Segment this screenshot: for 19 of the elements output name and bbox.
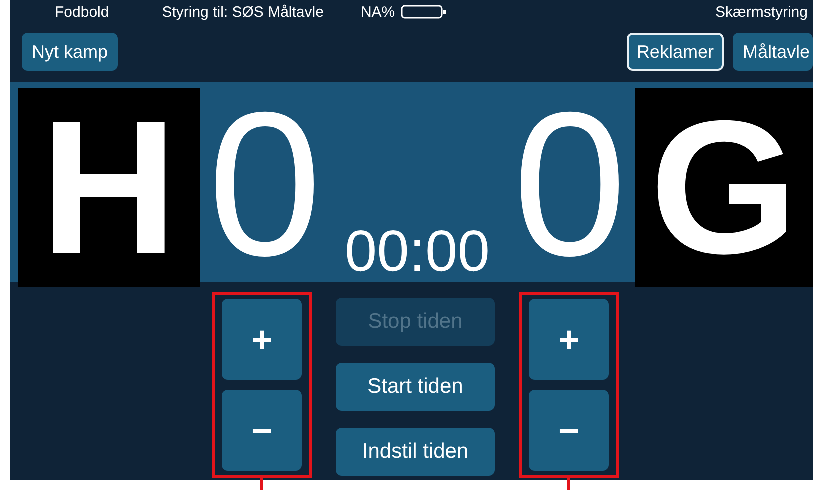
away-score: 0 — [512, 82, 628, 287]
decrease-score-button[interactable]: − — [222, 390, 302, 471]
increase-score-button[interactable]: + — [222, 299, 302, 380]
battery-percent: NA% — [360, 4, 396, 20]
battery-icon — [401, 5, 448, 19]
control-target-label: Styring til: SØS Måltavle — [162, 4, 324, 20]
increase-score-button[interactable]: + — [529, 299, 609, 380]
home-team-letter: H — [18, 88, 200, 287]
screen-tab[interactable]: Reklamer — [626, 33, 724, 71]
screen-control-label: Skærmstyring — [715, 4, 808, 20]
screen-tab[interactable]: Måltavle — [732, 33, 813, 71]
match-timer: 00:00 — [344, 218, 492, 286]
away-team-letter: G — [635, 88, 813, 287]
new-match-button[interactable]: Nyt kamp — [22, 33, 118, 71]
sport-label: Fodbold — [55, 4, 110, 20]
timer-button[interactable]: Start tiden — [336, 363, 495, 411]
decrease-score-button[interactable]: − — [529, 390, 609, 471]
home-score: 0 — [206, 82, 323, 287]
timer-button[interactable]: Indstil tiden — [336, 428, 495, 476]
